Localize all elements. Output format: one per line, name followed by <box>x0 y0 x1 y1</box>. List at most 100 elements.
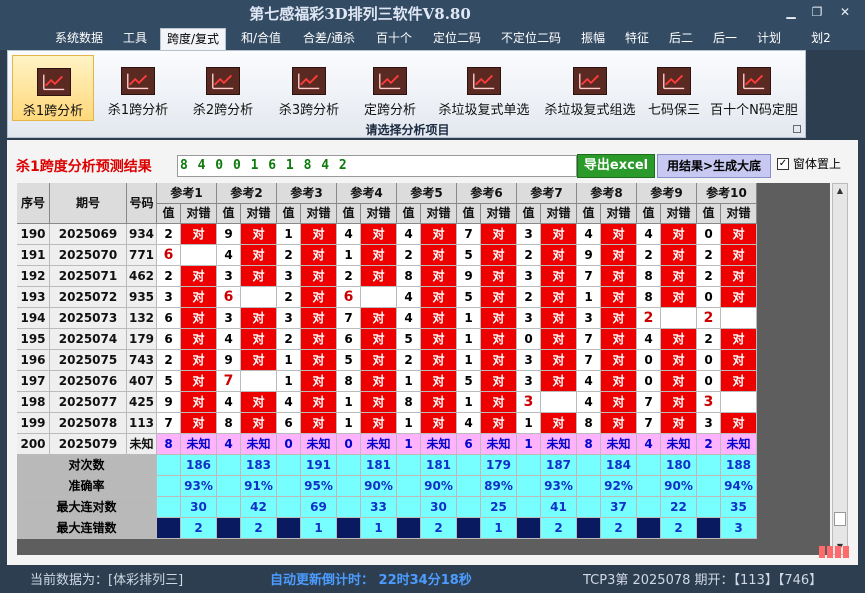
stat-spacer <box>457 518 481 539</box>
stat-spacer <box>337 518 361 539</box>
ribbon-seven-keep-three-button[interactable]: 七码保三 <box>644 55 704 121</box>
tab-amplitude[interactable]: 振幅 <box>574 28 612 50</box>
close-icon[interactable]: ✕ <box>834 4 856 20</box>
pending-check: 未知 <box>361 434 397 455</box>
tab-feature[interactable]: 特征 <box>618 28 656 50</box>
tab-tools[interactable]: 工具 <box>116 28 154 50</box>
row-issue: 2025074 <box>50 329 127 350</box>
tab-sum[interactable]: 和/合值 <box>236 28 286 50</box>
stat-label: 最大连错数 <box>17 518 157 539</box>
ref-check <box>721 308 757 329</box>
ref-value: 3 <box>157 287 181 308</box>
row-index: 192 <box>17 266 50 287</box>
ref-value: 1 <box>457 329 481 350</box>
ribbon-kill1-span-alt-button[interactable]: 杀1跨分析 <box>98 55 178 121</box>
ref-check: 对 <box>661 224 697 245</box>
tab-system-data[interactable]: 系统数据 <box>48 28 110 50</box>
ref-value: 6 <box>337 329 361 350</box>
stat-label: 对次数 <box>17 455 157 476</box>
ref-check: 对 <box>481 287 517 308</box>
pending-value: 8 <box>157 434 181 455</box>
stat-spacer <box>277 497 301 518</box>
dialog-launcher-icon[interactable] <box>793 125 801 133</box>
ref-check: 对 <box>721 329 757 350</box>
tab-span-combo[interactable]: 跨度/复式 <box>160 28 226 50</box>
ref-value: 2 <box>397 350 421 371</box>
tab-last-one[interactable]: 后一 <box>706 28 744 50</box>
tab-diff-kill[interactable]: 合差/通杀 <box>296 28 362 50</box>
stat-spacer <box>337 476 361 497</box>
ref-check: 对 <box>481 371 517 392</box>
checkbox-icon[interactable]: ✓ <box>777 158 789 170</box>
ribbon-kill2-span-button[interactable]: 杀2跨分析 <box>182 55 264 121</box>
col-header-ref: 参考3 <box>277 183 337 204</box>
ribbon-label: 杀1跨分析 <box>22 104 84 119</box>
restore-icon[interactable]: ❐ <box>806 4 828 20</box>
ribbon-fixed-span-button[interactable]: 定跨分析 <box>354 55 426 121</box>
ref-check: 对 <box>241 224 277 245</box>
export-excel-button[interactable]: 导出excel <box>577 154 655 178</box>
row-number: 743 <box>127 350 157 371</box>
ref-check: 对 <box>661 392 697 413</box>
stat-spacer <box>697 497 721 518</box>
ref-check: 对 <box>421 266 457 287</box>
ref-check: 对 <box>421 287 457 308</box>
col-header-ref: 参考5 <box>397 183 457 204</box>
ref-value: 3 <box>517 371 541 392</box>
ref-check: 对 <box>421 350 457 371</box>
tab-digits[interactable]: 百十个 <box>372 28 416 50</box>
pending-check: 未知 <box>721 434 757 455</box>
ribbon-kill1-span-button[interactable]: 杀1跨分析 <box>12 55 94 121</box>
ref-check: 对 <box>721 245 757 266</box>
generate-base-button[interactable]: 用结果>生成大底 <box>657 154 771 178</box>
ref-value: 3 <box>277 308 301 329</box>
ribbon-digits-n-code-button[interactable]: 百十个N码定胆 <box>706 55 802 121</box>
ribbon-label: 杀垃圾复式组选 <box>544 103 636 118</box>
ref-value: 6 <box>217 287 241 308</box>
pending-value: 6 <box>457 434 481 455</box>
col-header-ref: 参考2 <box>217 183 277 204</box>
ribbon-kill3-span-button[interactable]: 杀3跨分析 <box>268 55 350 121</box>
tab-plan-2[interactable]: 划2 <box>806 28 836 50</box>
col-header-ref: 参考10 <box>697 183 757 204</box>
stat-spacer <box>457 476 481 497</box>
ref-value: 1 <box>337 392 361 413</box>
ref-check: 对 <box>241 392 277 413</box>
ribbon-kill-junk-single-button[interactable]: 杀垃圾复式单选 <box>430 55 538 121</box>
ref-check: 对 <box>421 413 457 434</box>
current-data-label: 当前数据为：[体彩排列三] <box>30 573 184 588</box>
ref-value: 5 <box>337 350 361 371</box>
ref-value: 2 <box>517 287 541 308</box>
ref-check: 对 <box>661 245 697 266</box>
pending-value: 4 <box>217 434 241 455</box>
tab-plan[interactable]: 计划 <box>750 28 788 50</box>
pending-value: 8 <box>577 434 601 455</box>
tab-fixed-two[interactable]: 定位二码 <box>426 28 488 50</box>
scroll-up-icon[interactable]: ▲ <box>833 184 847 198</box>
ref-check: 对 <box>361 329 397 350</box>
col-header-ref: 参考6 <box>457 183 517 204</box>
ref-value: 1 <box>457 308 481 329</box>
ref-check: 对 <box>421 371 457 392</box>
result-field[interactable]: 8 4 0 0 1 6 1 8 4 2 <box>177 155 577 177</box>
ref-value: 2 <box>697 245 721 266</box>
ref-value: 4 <box>577 392 601 413</box>
stat-spacer <box>397 518 421 539</box>
ribbon-label: 百十个N码定胆 <box>710 103 798 118</box>
stat-spacer <box>277 455 301 476</box>
stat-value: 91% <box>241 476 277 497</box>
ref-check: 对 <box>541 266 577 287</box>
ribbon-kill-junk-group-button[interactable]: 杀垃圾复式组选 <box>538 55 642 121</box>
stat-value: 2 <box>661 518 697 539</box>
ref-value: 1 <box>397 371 421 392</box>
tab-unfixed-two[interactable]: 不定位二码 <box>496 28 566 50</box>
results-table: 序号 期号 号码 参考1 值对错 参考2 值对错 参考3 值对错 参考4 值对错 参考5 值对错 参考6 值… <box>17 183 830 555</box>
vertical-scrollbar[interactable]: ▲ ▼ <box>832 183 848 555</box>
tab-last-two[interactable]: 后二 <box>662 28 700 50</box>
pending-check: 未知 <box>541 434 577 455</box>
minimize-icon[interactable]: ▁ <box>780 4 802 20</box>
ref-value: 4 <box>397 308 421 329</box>
row-index: 199 <box>17 413 50 434</box>
scroll-thumb[interactable] <box>834 512 846 526</box>
ref-check <box>721 392 757 413</box>
